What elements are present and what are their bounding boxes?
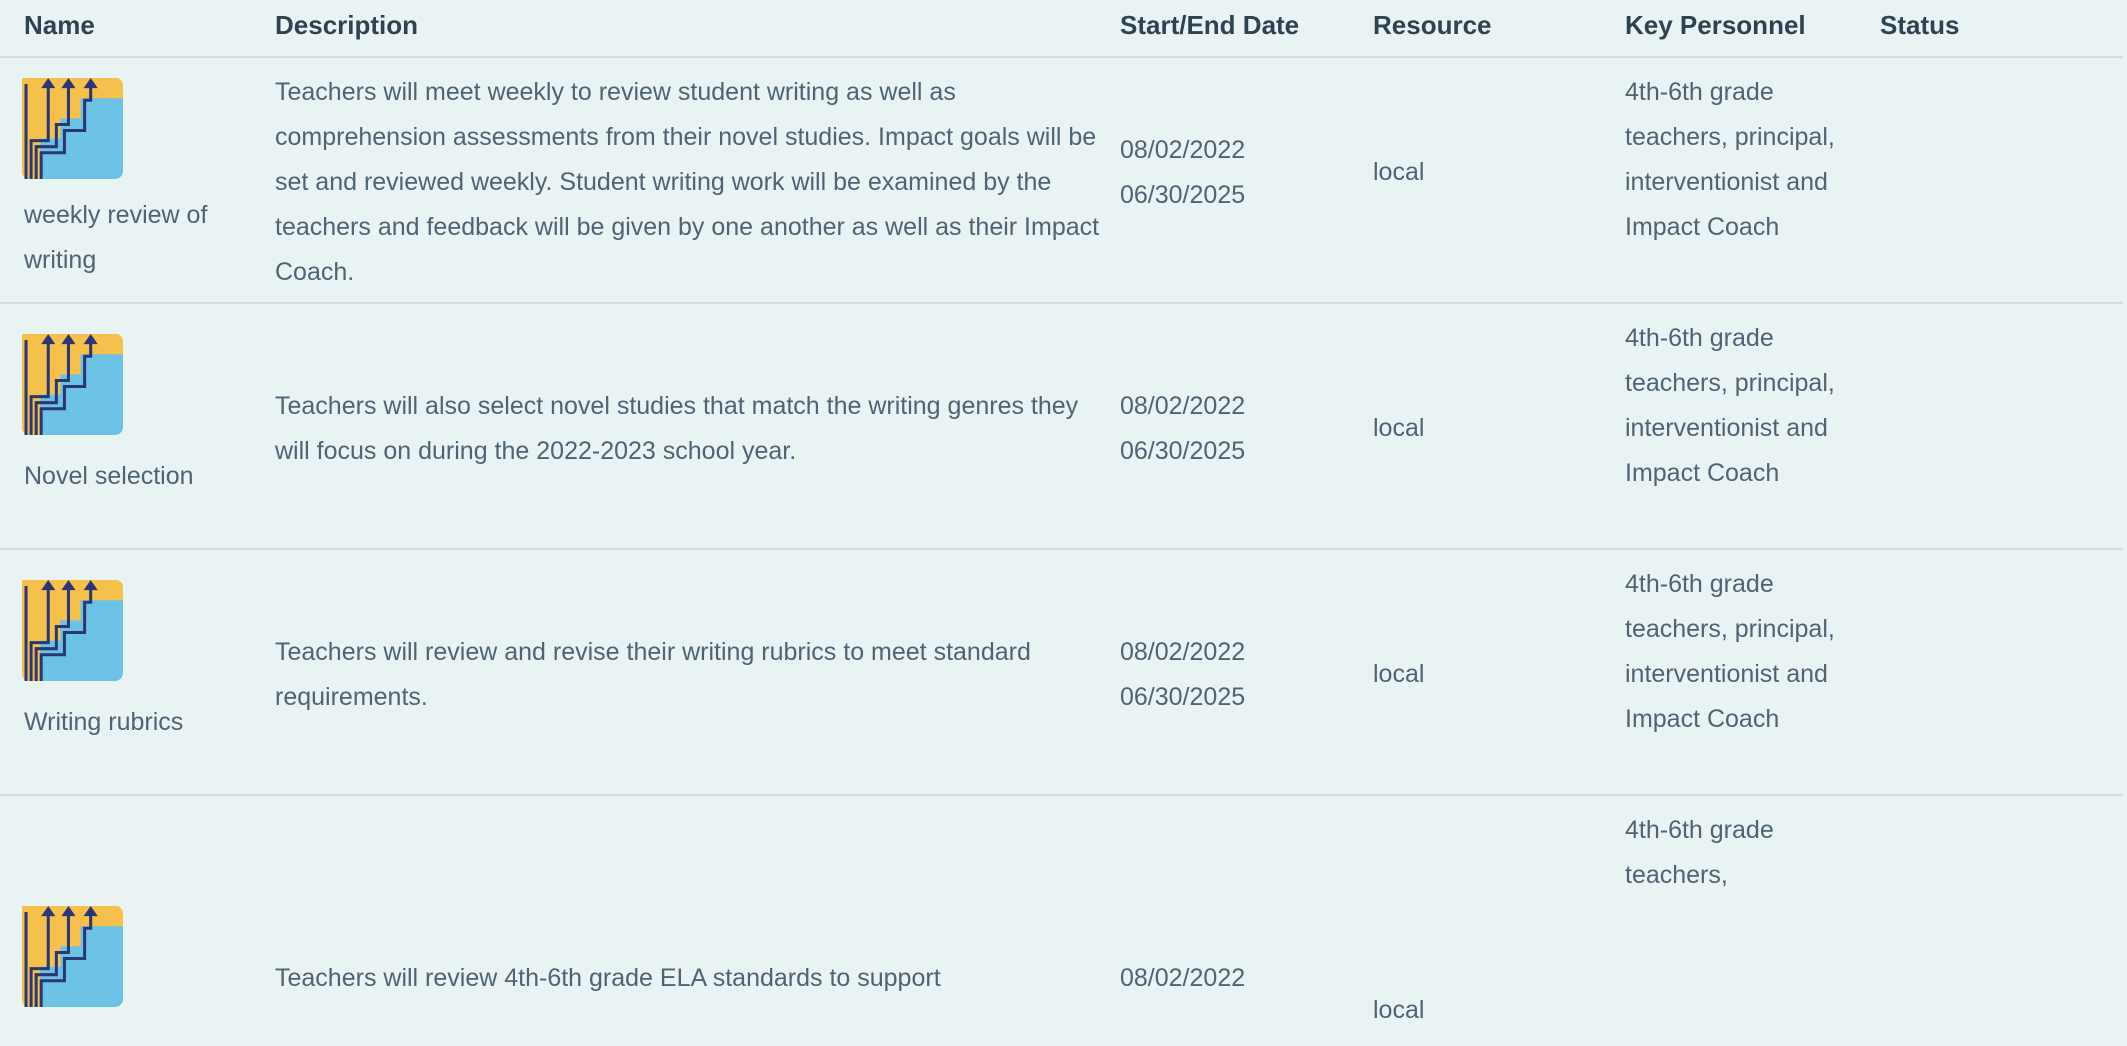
header-start-end-date[interactable]: Start/End Date [1120,10,1299,41]
activity-description: Teachers will also select novel studies … [275,392,1079,465]
activity-dates: 08/02/2022 06/30/2025 [1120,384,1280,474]
activity-key-personnel: 4th-6th grade teachers, principal, inter… [1625,324,1835,487]
table-row: weekly review of writing Teachers will m… [0,58,2123,304]
activity-name: Writing rubrics [24,708,184,736]
stair-steps-arrows-icon [22,78,123,179]
start-date: 08/02/2022 [1120,136,1246,164]
activity-resource: local [1373,414,1425,442]
end-date: 06/30/2025 [1120,437,1246,465]
activity-resource: local [1373,660,1425,688]
header-name[interactable]: Name [24,10,95,41]
activity-description: Teachers will review 4th-6th grade ELA s… [275,964,941,992]
table-row: Novel selection Teachers will also selec… [0,304,2123,550]
start-date: 08/02/2022 [1120,638,1246,666]
table-row: Teachers will review 4th-6th grade ELA s… [0,796,2123,1046]
start-date: 08/02/2022 [1120,964,1246,992]
activity-resource: local [1373,996,1425,1024]
table-header: Name Description Start/End Date Resource… [0,0,2123,58]
activity-key-personnel: 4th-6th grade teachers, principal, inter… [1625,78,1835,241]
activity-key-personnel: 4th-6th grade teachers, [1625,816,1774,889]
header-status[interactable]: Status [1880,10,1959,41]
stair-steps-arrows-icon [22,580,123,681]
activities-table: Name Description Start/End Date Resource… [0,0,2127,1046]
stair-steps-arrows-icon [22,334,123,435]
activity-resource: local [1373,158,1425,186]
activity-name: Novel selection [24,462,194,490]
header-description[interactable]: Description [275,10,418,41]
table-row: Writing rubrics Teachers will review and… [0,550,2123,796]
activity-description: Teachers will review and revise their wr… [275,638,1031,711]
end-date: 06/30/2025 [1120,181,1246,209]
stair-steps-arrows-icon [22,906,123,1007]
activity-dates: 08/02/2022 06/30/2025 [1120,630,1280,720]
end-date: 06/30/2025 [1120,683,1246,711]
activity-name: weekly review of writing [24,201,208,274]
activity-dates: 08/02/2022 06/30/2025 [1120,128,1280,218]
header-key-personnel[interactable]: Key Personnel [1625,10,1806,41]
start-date: 08/02/2022 [1120,392,1246,420]
activity-key-personnel: 4th-6th grade teachers, principal, inter… [1625,570,1835,733]
activity-dates: 08/02/2022 [1120,956,1280,1001]
activity-description: Teachers will meet weekly to review stud… [275,78,1100,286]
header-resource[interactable]: Resource [1373,10,1492,41]
